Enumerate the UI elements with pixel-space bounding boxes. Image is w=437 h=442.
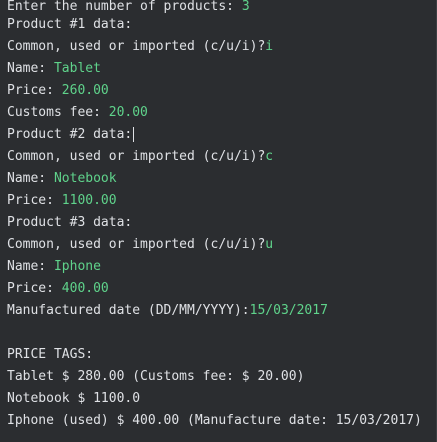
user-input: 400.00: [61, 281, 109, 296]
prompt-text: Enter the number of products:: [7, 0, 242, 14]
console-line: PRICE TAGS:: [7, 344, 437, 366]
console-line: Price: 400.00: [7, 278, 437, 300]
console-line: Price: 260.00: [7, 80, 437, 102]
console-line: Product #3 data:: [7, 212, 437, 234]
console-line: Common, used or imported (c/u/i)?u: [7, 234, 437, 256]
user-input: Iphone: [53, 259, 101, 274]
user-input: Notebook: [53, 171, 117, 186]
console-line: Manufactured date (DD/MM/YYYY):15/03/201…: [7, 300, 437, 322]
user-input: i: [265, 39, 274, 54]
user-input: 1100.00: [61, 193, 117, 208]
console-output[interactable]: Enter the number of products: 3 Product …: [0, 0, 437, 442]
text-cursor: [133, 127, 135, 142]
prompt-text: Product #1 data:: [7, 17, 133, 32]
console-line: Name: Tablet: [7, 58, 437, 80]
console-line: Name: Notebook: [7, 168, 437, 190]
console-line: Product #1 data:: [7, 14, 437, 36]
prompt-text: Product #3 data:: [7, 215, 133, 230]
user-input: 20.00: [108, 105, 148, 120]
console-line: Tablet $ 280.00 (Customs fee: $ 20.00): [7, 366, 437, 388]
prompt-text: Tablet $ 280.00 (Customs fee: $ 20.00): [7, 369, 305, 384]
prompt-text: Common, used or imported (c/u/i)?: [7, 149, 266, 164]
user-input: 260.00: [61, 83, 109, 98]
console-line: Name: Iphone: [7, 256, 437, 278]
prompt-text: Price:: [7, 83, 62, 98]
prompt-text: Product #2 data:: [7, 127, 133, 142]
prompt-text: Iphone (used) $ 400.00 (Manufacture date…: [7, 413, 422, 428]
console-line: Notebook $ 1100.0: [7, 388, 437, 410]
user-input: 15/03/2017: [249, 303, 328, 318]
user-input: 3: [241, 0, 250, 14]
prompt-text: Name:: [7, 61, 54, 76]
prompt-text: Common, used or imported (c/u/i)?: [7, 237, 266, 252]
prompt-text: Notebook $ 1100.0: [7, 391, 141, 406]
console-line: Enter the number of products: 3: [7, 0, 437, 14]
prompt-text: Price:: [7, 193, 62, 208]
console-line: Customs fee: 20.00: [7, 102, 437, 124]
console-line: Product #2 data:: [7, 124, 437, 146]
prompt-text: Name:: [7, 259, 54, 274]
prompt-text: PRICE TAGS:: [7, 347, 94, 362]
prompt-text: Common, used or imported (c/u/i)?: [7, 39, 266, 54]
user-input: u: [265, 237, 274, 252]
user-input: Tablet: [53, 61, 101, 76]
prompt-text: Name:: [7, 171, 54, 186]
prompt-text: Price:: [7, 281, 62, 296]
user-input: c: [265, 149, 274, 164]
prompt-text: Manufactured date (DD/MM/YYYY):: [7, 303, 250, 318]
prompt-text: Customs fee:: [7, 105, 109, 120]
console-line: Common, used or imported (c/u/i)?c: [7, 146, 437, 168]
console-line: Common, used or imported (c/u/i)?i: [7, 36, 437, 58]
console-line: Price: 1100.00: [7, 190, 437, 212]
console-line: Iphone (used) $ 400.00 (Manufacture date…: [7, 410, 437, 432]
